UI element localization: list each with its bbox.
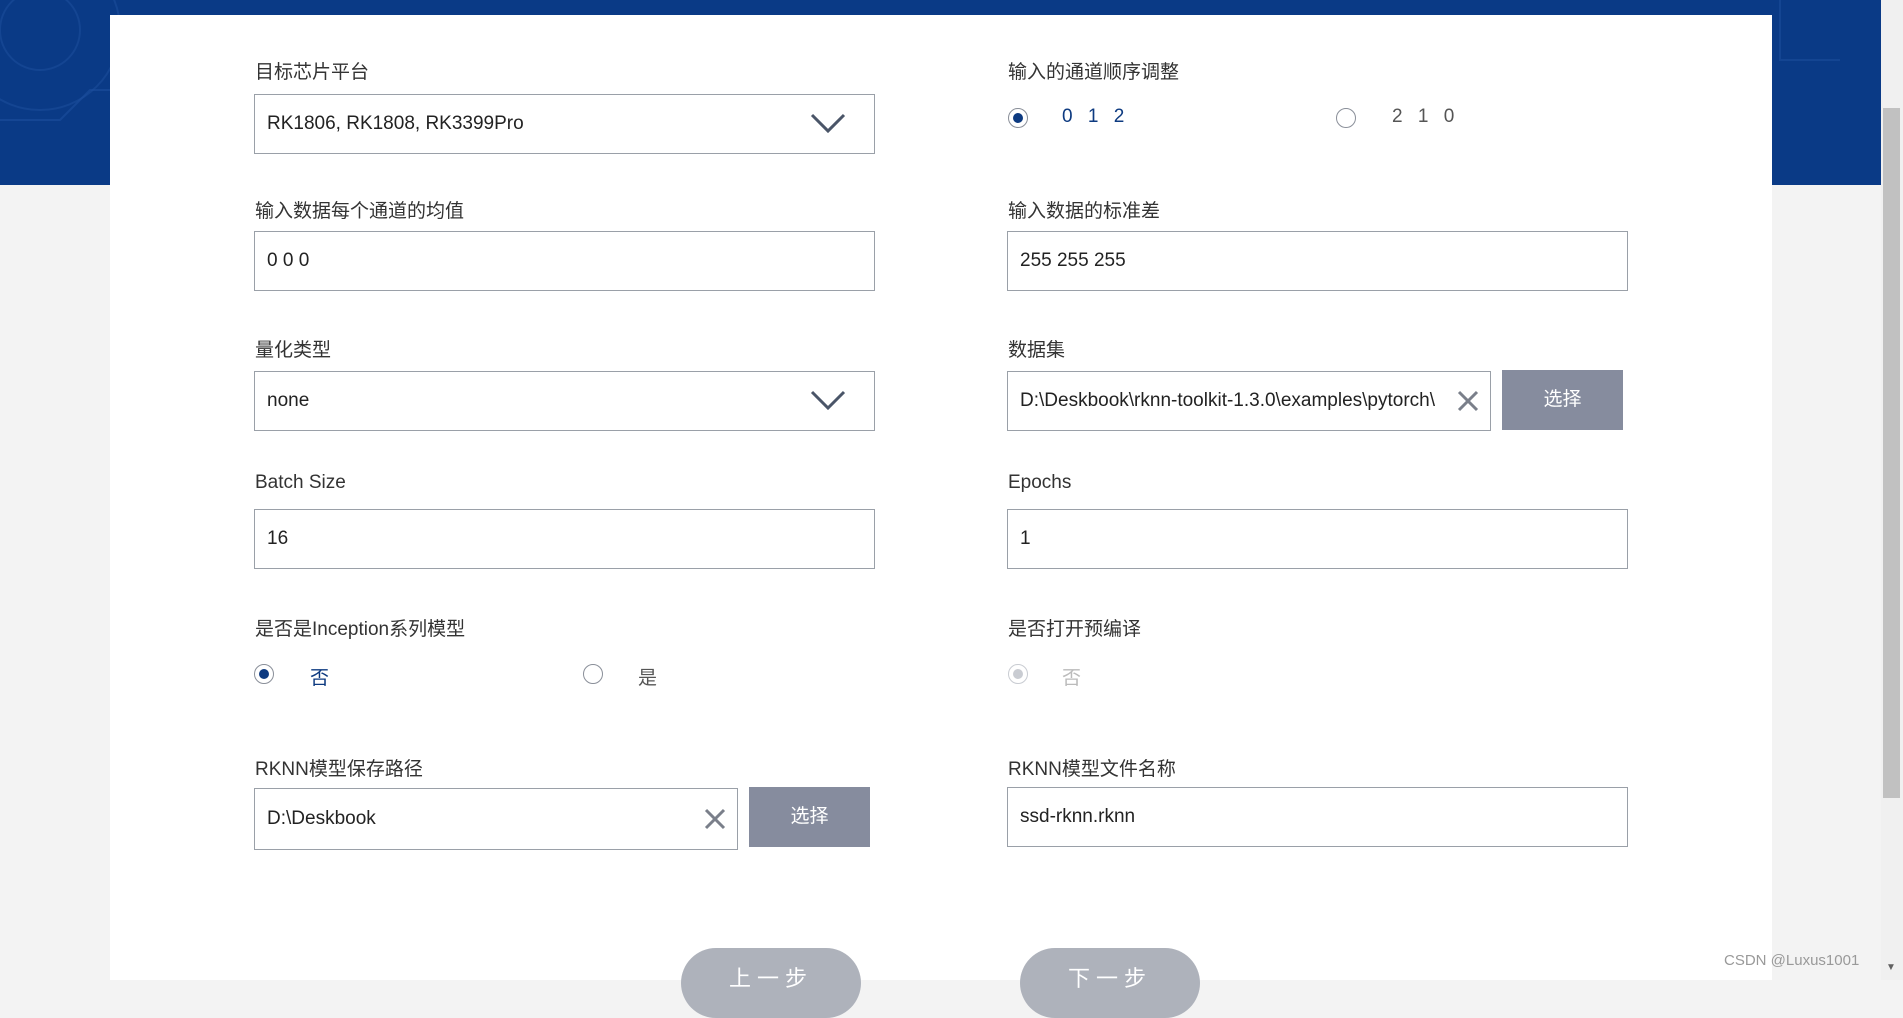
dataset-select-button[interactable]: 选择 — [1502, 370, 1623, 430]
dataset-value: D:\Deskbook\rknn-toolkit-1.3.0\examples\… — [1020, 390, 1436, 411]
precompile-label: 是否打开预编译 — [1008, 619, 1142, 640]
mean-label: 输入数据每个通道的均值 — [255, 201, 465, 222]
std-label: 输入数据的标准差 — [1008, 201, 1161, 222]
quant-type-value: none — [267, 390, 310, 411]
channel-order-radio-012[interactable] — [1008, 108, 1028, 128]
precompile-radio-no — [1008, 664, 1028, 684]
dataset-label: 数据集 — [1008, 340, 1066, 361]
channel-order-option-210[interactable]: 2 1 0 — [1392, 106, 1459, 128]
channel-order-radio-210[interactable] — [1336, 108, 1356, 128]
file-name-value: ssd-rknn.rknn — [1020, 806, 1136, 827]
inception-radio-yes[interactable] — [583, 664, 603, 684]
std-input[interactable]: 255 255 255 — [1007, 231, 1628, 291]
next-step-button[interactable]: 下一步 — [1020, 948, 1200, 1018]
prev-step-button[interactable]: 上一步 — [681, 948, 861, 1018]
mean-input[interactable]: 0 0 0 — [254, 231, 875, 291]
save-path-select-button[interactable]: 选择 — [749, 787, 870, 847]
epochs-label: Epochs — [1008, 472, 1072, 493]
inception-label: 是否是Inception系列模型 — [255, 619, 466, 640]
save-path-label: RKNN模型保存路径 — [255, 759, 423, 780]
channel-order-option-012[interactable]: 0 1 2 — [1062, 106, 1129, 128]
inception-option-yes[interactable]: 是 — [638, 663, 662, 690]
dataset-input[interactable]: D:\Deskbook\rknn-toolkit-1.3.0\examples\… — [1007, 371, 1491, 431]
batch-size-value: 16 — [267, 528, 289, 549]
inception-option-no[interactable]: 否 — [310, 663, 334, 690]
quant-type-label: 量化类型 — [255, 340, 332, 361]
chevron-down-icon — [810, 113, 846, 133]
target-chip-select[interactable]: RK1806, RK1808, RK3399Pro — [254, 94, 875, 154]
channel-order-label: 输入的通道顺序调整 — [1008, 62, 1180, 83]
mean-value: 0 0 0 — [267, 250, 310, 271]
inception-radio-no[interactable] — [254, 664, 274, 684]
target-chip-label: 目标芯片平台 — [255, 62, 370, 83]
quant-type-select[interactable]: none — [254, 371, 875, 431]
precompile-option-no: 否 — [1062, 668, 1087, 689]
chevron-down-icon — [810, 390, 846, 410]
file-name-input[interactable]: ssd-rknn.rknn — [1007, 787, 1628, 847]
save-path-value: D:\Deskbook — [267, 808, 376, 829]
target-chip-value: RK1806, RK1808, RK3399Pro — [267, 113, 524, 134]
batch-size-input[interactable]: 16 — [254, 509, 875, 569]
close-icon[interactable] — [703, 807, 727, 831]
std-value: 255 255 255 — [1020, 250, 1126, 271]
epochs-value: 1 — [1020, 528, 1031, 549]
file-name-label: RKNN模型文件名称 — [1008, 759, 1176, 780]
close-icon[interactable] — [1456, 389, 1480, 413]
watermark: CSDN @Luxus1001 — [1724, 952, 1860, 969]
epochs-input[interactable]: 1 — [1007, 509, 1628, 569]
save-path-input[interactable]: D:\Deskbook — [254, 788, 738, 850]
batch-size-label: Batch Size — [255, 472, 346, 493]
scrollbar-thumb[interactable] — [1883, 108, 1900, 798]
scroll-down-icon[interactable]: ▼ — [1886, 962, 1896, 973]
